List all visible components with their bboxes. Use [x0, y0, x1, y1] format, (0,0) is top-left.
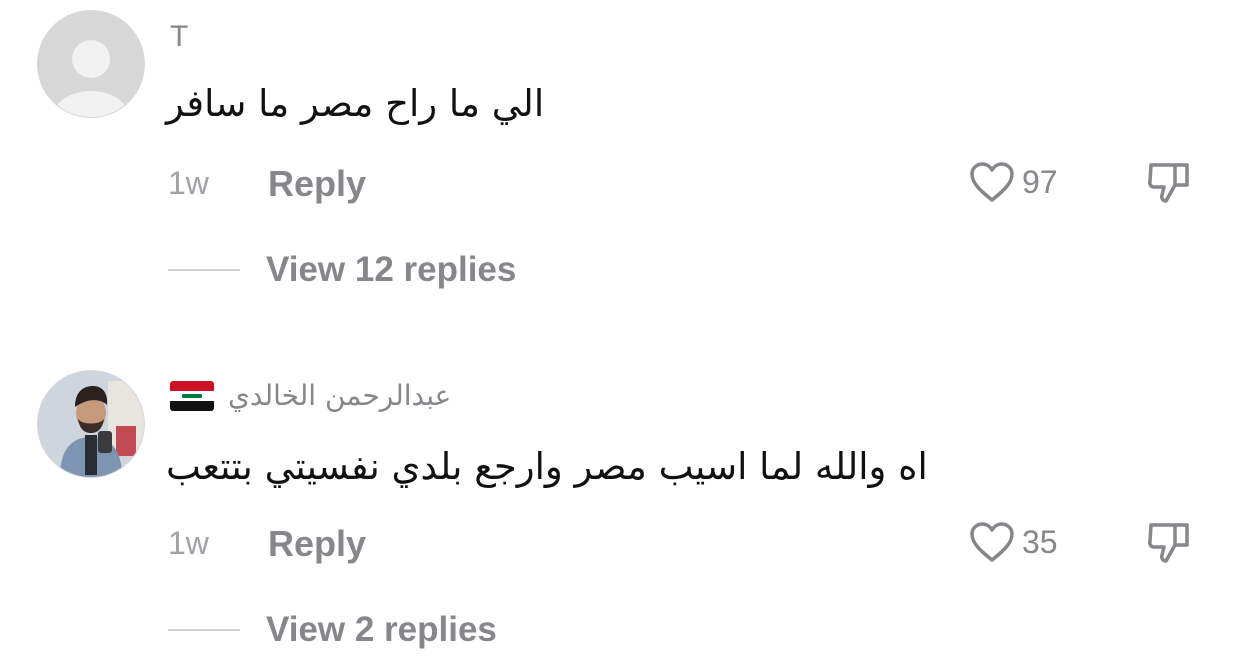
reply-button[interactable]: Reply	[268, 523, 366, 565]
heart-icon	[970, 522, 1014, 562]
like-count: 35	[1022, 523, 1058, 560]
comment-text: اه والله لما اسيب مصر وارجع بلدي نفسيتي …	[166, 445, 928, 488]
like-count: 97	[1022, 163, 1058, 200]
view-replies-link[interactable]: View 2 replies	[168, 610, 497, 650]
replies-divider	[168, 269, 240, 271]
comment-username[interactable]: عبدالرحمن الخالدي	[170, 379, 451, 412]
user-avatar[interactable]	[37, 370, 145, 478]
view-replies-link[interactable]: View 12 replies	[168, 250, 516, 290]
heart-icon	[970, 162, 1014, 202]
dislike-button[interactable]	[1145, 519, 1193, 570]
user-placeholder-icon	[38, 11, 144, 117]
comment-item: T الي ما راح مصر ما سافر 1w Reply 97 Vie…	[0, 0, 1242, 335]
profile-photo	[38, 371, 144, 477]
view-replies-label: View 2 replies	[266, 610, 497, 649]
thumbs-down-icon	[1148, 523, 1189, 563]
comment-text: الي ما راح مصر ما سافر	[166, 82, 545, 125]
view-replies-label: View 12 replies	[266, 250, 517, 289]
comment-time: 1w	[168, 525, 209, 561]
username-text: عبدالرحمن الخالدي	[228, 379, 452, 412]
comment-time: 1w	[168, 165, 209, 201]
dislike-button[interactable]	[1145, 159, 1193, 210]
comment-item: عبدالرحمن الخالدي اه والله لما اسيب مصر …	[0, 335, 1242, 669]
like-button[interactable]: 35	[968, 520, 1058, 564]
replies-divider	[168, 629, 240, 631]
like-button[interactable]: 97	[968, 160, 1058, 204]
comment-username[interactable]: T	[170, 20, 188, 54]
iraq-flag-icon	[170, 380, 214, 411]
reply-button[interactable]: Reply	[268, 163, 366, 205]
default-avatar[interactable]	[37, 10, 145, 118]
thumbs-down-icon	[1148, 163, 1189, 203]
